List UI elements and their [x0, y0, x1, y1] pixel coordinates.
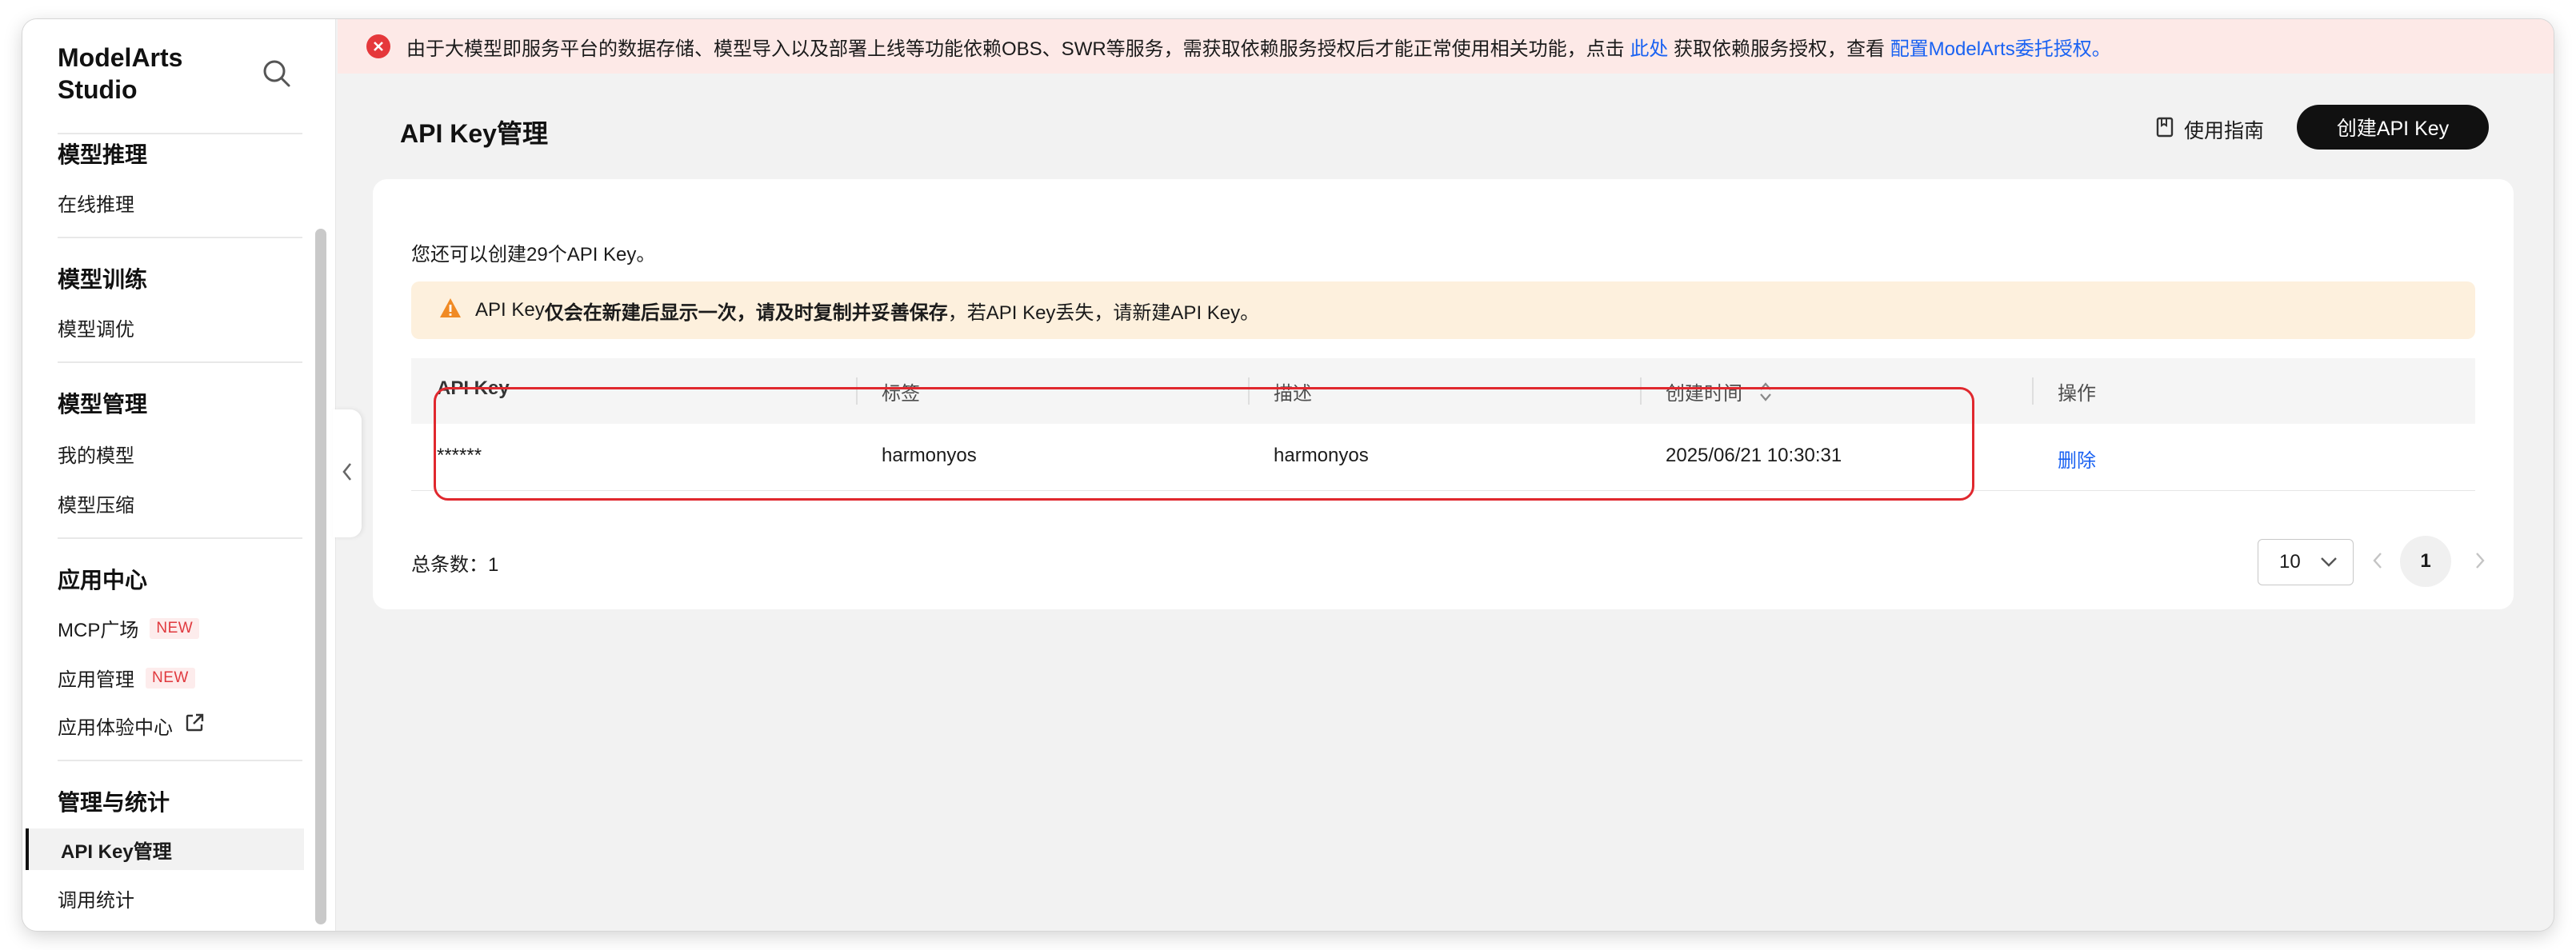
sidebar-scrollbar[interactable] — [315, 229, 326, 924]
delete-link[interactable]: 删除 — [2058, 445, 2096, 473]
sidebar-item-api-key-management[interactable]: API Key管理 — [26, 828, 304, 870]
sidebar-divider — [58, 760, 302, 761]
highlight-annotation-box — [434, 387, 1974, 501]
sidebar-item-app-management[interactable]: 应用管理 NEW — [58, 664, 195, 692]
column-header-actions: 操作 — [2058, 383, 2096, 405]
total-count-text: 总条数：1 — [411, 554, 499, 576]
sidebar-item-label: 模型调优 — [58, 319, 134, 341]
sidebar-divider — [58, 361, 302, 363]
external-link-icon — [184, 712, 205, 739]
nav-section-model-management: 模型管理 — [58, 392, 148, 417]
warning-text-prefix: API Key — [475, 299, 545, 321]
new-badge: NEW — [150, 617, 200, 639]
nav-section-model-inference: 模型推理 — [58, 142, 148, 167]
sidebar: ModelArts Studio 模型推理 在线推理 模型训练 模型调优 模型管… — [22, 19, 336, 931]
nav-section-model-training: 模型训练 — [58, 267, 148, 292]
sidebar-divider — [58, 537, 302, 539]
error-icon — [366, 34, 390, 58]
sidebar-collapse-toggle[interactable] — [333, 409, 362, 537]
create-api-key-button[interactable]: 创建API Key — [2297, 105, 2489, 150]
brand-logo-text: ModelArts Studio — [58, 43, 183, 104]
nav-section-management-statistics: 管理与统计 — [58, 790, 170, 815]
app-window: ModelArts Studio 模型推理 在线推理 模型训练 模型调优 模型管… — [22, 19, 2554, 931]
auth-warning-banner: 由于大模型即服务平台的数据存储、模型导入以及部署上线等功能依赖OBS、SWR等服… — [338, 19, 2554, 74]
sidebar-divider — [58, 133, 302, 134]
chevron-left-icon — [2371, 553, 2384, 576]
current-page-button[interactable]: 1 — [2400, 536, 2451, 587]
user-guide-label: 使用指南 — [2184, 120, 2265, 142]
banner-link-delegation[interactable]: 配置ModelArts委托授权。 — [1890, 33, 2111, 61]
sidebar-item-usage-statistics[interactable]: 调用统计 — [58, 884, 134, 912]
page-size-value: 10 — [2279, 551, 2301, 573]
banner-text: 由于大模型即服务平台的数据存储、模型导入以及部署上线等功能依赖OBS、SWR等服… — [406, 38, 1625, 60]
sidebar-item-my-models[interactable]: 我的模型 — [58, 440, 134, 468]
book-icon — [2155, 117, 2174, 143]
chevron-down-icon — [2320, 551, 2338, 573]
sidebar-item-mcp-square[interactable]: MCP广场 NEW — [58, 614, 200, 642]
sidebar-item-label: 在线推理 — [58, 194, 134, 216]
warning-icon — [438, 297, 462, 325]
remaining-quota-text: 您还可以创建29个API Key。 — [411, 244, 656, 265]
banner-link-here[interactable]: 此处 — [1630, 33, 1668, 61]
page-size-select[interactable]: 10 — [2258, 539, 2354, 585]
sidebar-item-model-tuning[interactable]: 模型调优 — [58, 313, 134, 341]
sidebar-item-label: 应用体验中心 — [58, 717, 173, 739]
sidebar-item-online-inference[interactable]: 在线推理 — [58, 189, 134, 217]
warning-text-suffix: ，若API Key丢失，请新建API Key。 — [947, 301, 1260, 324]
warning-text-bold: 仅会在新建后显示一次，请及时复制并妥善保存 — [544, 301, 948, 324]
sidebar-item-label: API Key管理 — [61, 840, 172, 863]
sidebar-item-app-experience-center[interactable]: 应用体验中心 — [58, 712, 205, 740]
sidebar-item-model-compression[interactable]: 模型压缩 — [58, 489, 134, 517]
nav-section-app-center: 应用中心 — [58, 568, 148, 593]
page-title: API Key管理 — [400, 119, 548, 148]
warning-alert: API Key 仅会在新建后显示一次，请及时复制并妥善保存 ，若API Key丢… — [411, 281, 2475, 339]
search-icon[interactable] — [261, 58, 293, 90]
chevron-left-icon — [341, 461, 354, 487]
sidebar-item-label: 我的模型 — [58, 445, 134, 467]
user-guide-button[interactable]: 使用指南 — [2155, 109, 2264, 150]
chevron-right-icon — [2474, 553, 2486, 576]
sidebar-item-label: 应用管理 — [58, 669, 134, 691]
sidebar-item-label: 调用统计 — [58, 890, 134, 912]
banner-text: 获取依赖服务授权，查看 — [1674, 38, 1886, 60]
sidebar-item-label: 模型压缩 — [58, 495, 134, 517]
column-separator[interactable] — [2032, 377, 2034, 405]
next-page-button[interactable] — [2474, 549, 2486, 577]
new-badge: NEW — [146, 667, 195, 689]
sidebar-divider — [58, 237, 302, 238]
prev-page-button[interactable] — [2371, 549, 2384, 577]
sidebar-item-label: MCP广场 — [58, 620, 139, 641]
